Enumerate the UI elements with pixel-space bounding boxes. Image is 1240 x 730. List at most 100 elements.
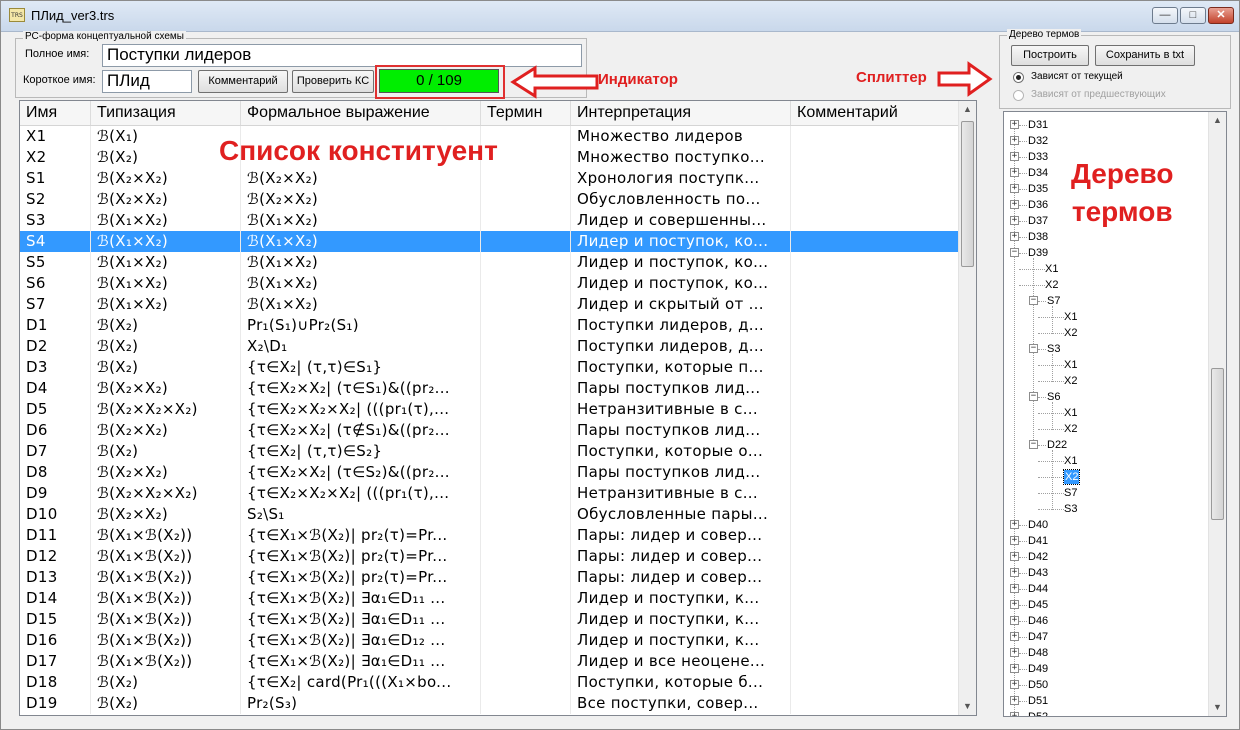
tree-expand-icon[interactable]: + (1010, 152, 1019, 161)
tree-node[interactable]: D47 (1028, 630, 1048, 644)
tree-node[interactable]: D35 (1028, 182, 1048, 196)
table-row[interactable]: D9 ℬ(X₂×X₂×X₂) {τ∈X₂×X₂×X₂| (((pr₁(τ),... Н… (20, 483, 960, 504)
col-header-interpretation[interactable]: Интерпретация (571, 101, 791, 125)
tree-node[interactable]: X2 (1064, 422, 1077, 436)
table-row[interactable]: D17 ℬ(X₁×ℬ(X₂)) {τ∈X₁×ℬ(X₂)| ∃α₁∈D₁₁ ... Ли… (20, 651, 960, 672)
tree-node[interactable]: X2 (1062, 469, 1081, 485)
tree-expand-icon[interactable]: + (1010, 648, 1019, 657)
tree-node[interactable]: S7 (1064, 486, 1077, 500)
scroll-thumb[interactable] (961, 121, 974, 267)
tree-expand-icon[interactable]: + (1010, 632, 1019, 641)
short-name-field[interactable]: ПЛид (102, 70, 192, 93)
tree-node[interactable]: X1 (1064, 310, 1077, 324)
table-row[interactable]: S5 ℬ(X₁×X₂) ℬ(X₁×X₂) Лидер и поступок, ко..… (20, 252, 960, 273)
title-bar[interactable]: TRS ПЛид_ver3.trs — □ ✕ (1, 1, 1239, 32)
tree-expand-icon[interactable]: + (1010, 216, 1019, 225)
table-row[interactable]: S4 ℬ(X₁×X₂) ℬ(X₁×X₂) Лидер и поступок, ко..… (20, 231, 960, 252)
table-row[interactable]: S2 ℬ(X₂×X₂) ℬ(X₂×X₂) Обусловленность по... (20, 189, 960, 210)
col-header-name[interactable]: Имя (20, 101, 91, 125)
tree-node[interactable]: D38 (1028, 230, 1048, 244)
table-row[interactable]: D11 ℬ(X₁×ℬ(X₂)) {τ∈X₁×ℬ(X₂)| pr₂(τ)=Pr... П… (20, 525, 960, 546)
tree-node[interactable]: X2 (1064, 374, 1077, 388)
tree-node[interactable]: D50 (1028, 678, 1048, 692)
tree-expand-icon[interactable]: + (1010, 616, 1019, 625)
tree-node[interactable]: X1 (1064, 406, 1077, 420)
table-row[interactable]: D2 ℬ(X₂) X₂\D₁ Поступки лидеров, д... (20, 336, 960, 357)
tree-node[interactable]: D39 (1028, 246, 1048, 260)
table-row[interactable]: D14 ℬ(X₁×ℬ(X₂)) {τ∈X₁×ℬ(X₂)| ∃α₁∈D₁₁ ... Ли… (20, 588, 960, 609)
tree-expand-icon[interactable]: + (1010, 696, 1019, 705)
tree-node[interactable]: D32 (1028, 134, 1048, 148)
tree-scrollbar[interactable]: ▲ ▼ (1208, 112, 1226, 716)
table-row[interactable]: D6 ℬ(X₂×X₂) {τ∈X₂×X₂| (τ∉S₁)&((pr₂... Пары … (20, 420, 960, 441)
tree-collapse-icon[interactable]: − (1029, 440, 1038, 449)
close-button[interactable]: ✕ (1208, 7, 1234, 24)
tree-node[interactable]: D48 (1028, 646, 1048, 660)
maximize-button[interactable]: □ (1180, 7, 1206, 24)
tree-expand-icon[interactable]: + (1010, 664, 1019, 673)
tree-node[interactable]: S3 (1064, 502, 1077, 516)
col-header-formal-expression[interactable]: Формальное выражение (241, 101, 481, 125)
tree-node[interactable]: S3 (1047, 342, 1060, 356)
tree-expand-icon[interactable]: + (1010, 200, 1019, 209)
tree-collapse-icon[interactable]: − (1029, 392, 1038, 401)
tree-expand-icon[interactable]: + (1010, 168, 1019, 177)
tree-node[interactable]: D36 (1028, 198, 1048, 212)
tree-node[interactable]: X1 (1045, 262, 1058, 276)
tree-expand-icon[interactable]: + (1010, 552, 1019, 561)
tree-expand-icon[interactable]: + (1010, 184, 1019, 193)
tree-node[interactable]: D49 (1028, 662, 1048, 676)
tree-collapse-icon[interactable]: − (1029, 296, 1038, 305)
tree-scroll-thumb[interactable] (1211, 368, 1224, 520)
build-tree-button[interactable]: Построить (1011, 45, 1089, 66)
check-schema-button[interactable]: Проверить КС (292, 70, 374, 93)
table-row[interactable]: D19 ℬ(X₂) Pr₂(S₃) Все поступки, совер... (20, 693, 960, 714)
table-row[interactable]: S7 ℬ(X₁×X₂) ℬ(X₁×X₂) Лидер и скрытый от ... (20, 294, 960, 315)
tree-node[interactable]: D42 (1028, 550, 1048, 564)
tree-collapse-icon[interactable]: − (1029, 344, 1038, 353)
full-name-field[interactable]: Поступки лидеров (102, 44, 582, 67)
table-row[interactable]: D12 ℬ(X₁×ℬ(X₂)) {τ∈X₁×ℬ(X₂)| pr₂(τ)=Pr... П… (20, 546, 960, 567)
tree-expand-icon[interactable]: + (1010, 120, 1019, 129)
table-row[interactable]: D1 ℬ(X₂) Pr₁(S₁)∪Pr₂(S₁) Поступки лидеров, … (20, 315, 960, 336)
tree-node[interactable]: D45 (1028, 598, 1048, 612)
tree-node[interactable]: X2 (1064, 326, 1077, 340)
table-row[interactable]: S3 ℬ(X₁×X₂) ℬ(X₁×X₂) Лидер и совершенны... (20, 210, 960, 231)
table-scrollbar[interactable]: ▲ ▼ (958, 101, 976, 715)
tree-expand-icon[interactable]: + (1010, 712, 1019, 716)
tree-expand-icon[interactable]: + (1010, 680, 1019, 689)
tree-expand-icon[interactable]: + (1010, 232, 1019, 241)
table-row[interactable]: D7 ℬ(X₂) {τ∈X₂| (τ,τ)∈S₂} Поступки, которые… (20, 441, 960, 462)
table-row[interactable]: D5 ℬ(X₂×X₂×X₂) {τ∈X₂×X₂×X₂| (((pr₁(τ),... Н… (20, 399, 960, 420)
table-row[interactable]: D8 ℬ(X₂×X₂) {τ∈X₂×X₂| (τ∈S₂)&((pr₂... Пары … (20, 462, 960, 483)
table-row[interactable]: S1 ℬ(X₂×X₂) ℬ(X₂×X₂) Хронология поступк... (20, 168, 960, 189)
tree-expand-icon[interactable]: + (1010, 568, 1019, 577)
tree-scroll-up-icon[interactable]: ▲ (1209, 112, 1226, 129)
save-txt-button[interactable]: Сохранить в txt (1095, 45, 1195, 66)
tree-node[interactable]: D40 (1028, 518, 1048, 532)
minimize-button[interactable]: — (1152, 7, 1178, 24)
tree-node[interactable]: D37 (1028, 214, 1048, 228)
tree-expand-icon[interactable]: + (1010, 136, 1019, 145)
radio-depends-previous[interactable] (1013, 90, 1024, 101)
tree-node[interactable]: D44 (1028, 582, 1048, 596)
tree-expand-icon[interactable]: + (1010, 584, 1019, 593)
tree-node[interactable]: D51 (1028, 694, 1048, 708)
scroll-down-icon[interactable]: ▼ (959, 698, 976, 715)
comment-button[interactable]: Комментарий (198, 70, 288, 93)
tree-node[interactable]: D46 (1028, 614, 1048, 628)
table-row[interactable]: D16 ℬ(X₁×ℬ(X₂)) {τ∈X₁×ℬ(X₂)| ∃α₁∈D₁₂ ... Ли… (20, 630, 960, 651)
tree-node[interactable]: D31 (1028, 118, 1048, 132)
col-header-typing[interactable]: Типизация (91, 101, 241, 125)
tree-expand-icon[interactable]: + (1010, 600, 1019, 609)
tree-node[interactable]: D33 (1028, 150, 1048, 164)
table-row[interactable]: D3 ℬ(X₂) {τ∈X₂| (τ,τ)∈S₁} Поступки, которые… (20, 357, 960, 378)
col-header-term[interactable]: Термин (481, 101, 571, 125)
tree-node[interactable]: X2 (1045, 278, 1058, 292)
tree-node[interactable]: X1 (1064, 454, 1077, 468)
scroll-up-icon[interactable]: ▲ (959, 101, 976, 118)
tree-expand-icon[interactable]: + (1010, 536, 1019, 545)
constituent-table[interactable]: Имя Типизация Формальное выражение Терми… (19, 100, 977, 716)
tree-expand-icon[interactable]: + (1010, 520, 1019, 529)
tree-node[interactable]: D34 (1028, 166, 1048, 180)
